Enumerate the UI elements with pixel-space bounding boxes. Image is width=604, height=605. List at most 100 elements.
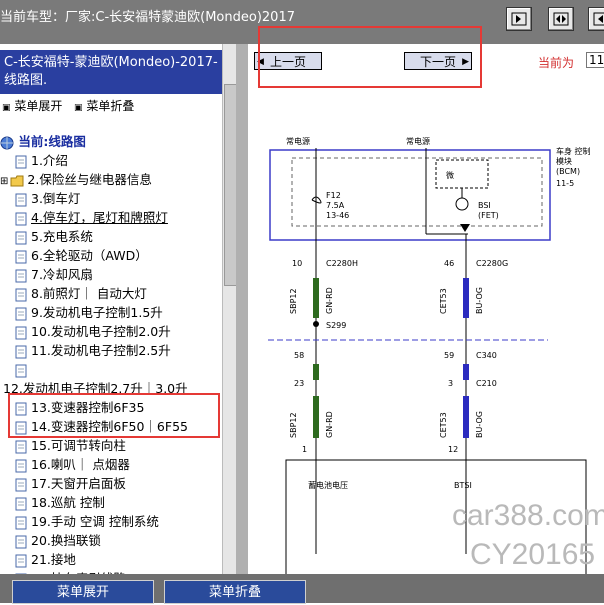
fit-right-button[interactable] (506, 7, 532, 31)
tree-item[interactable]: 3.倒车灯 (14, 189, 80, 208)
tree-item-label: 2.保险丝与继电器信息 (27, 172, 152, 187)
tree-item[interactable]: 10.发动机电子控制2.0升 (14, 322, 171, 341)
tree-view: 当前:线路图 1.介绍 ⊞ 2.保险丝与继电器信息 3.倒车灯 4.停车灯，尾灯和牌照灯… (0, 132, 222, 574)
collapse-menu-label: 菜单折叠 (86, 99, 135, 113)
tree-item-label: 3.倒车灯 (31, 191, 81, 206)
wire-color-gnrd-lower: GN-RD (325, 411, 334, 438)
tree-item-label: 18.巡航 控制 (31, 495, 105, 510)
green-wire-segment-1 (313, 278, 319, 318)
document-icon (15, 516, 27, 529)
blue-wire-segment-1 (463, 278, 469, 318)
tree-item[interactable]: 6.全轮驱动（AWD） (14, 246, 148, 265)
document-icon (15, 440, 27, 453)
tree-item[interactable]: 9.发动机电子控制1.5升 (14, 303, 163, 322)
list-icon: ▣ (74, 103, 83, 113)
wire-sbp12: SBP12 (289, 288, 298, 314)
list-icon: ▣ (2, 103, 11, 113)
tree-root[interactable]: 当前:线路图 (0, 132, 86, 151)
document-icon (15, 250, 27, 263)
bottom-expand-button[interactable]: 菜单展开 (12, 580, 154, 604)
tree-item[interactable]: 11.发动机电子控制2.5升 (14, 341, 171, 360)
tree-item[interactable]: 19.手动 空调 控制系统 (14, 512, 159, 531)
tree-item[interactable]: 15.可调节转向柱 (14, 436, 126, 455)
document-icon (15, 269, 27, 282)
globe-icon (0, 136, 14, 149)
document-icon (15, 212, 27, 225)
document-icon (15, 535, 27, 548)
connector-c2280h: C2280H (326, 259, 358, 268)
tree-item-label: 11.发动机电子控制2.5升 (31, 343, 171, 358)
document-icon (15, 307, 27, 320)
page-input[interactable] (586, 52, 604, 68)
tree-item-label: 19.手动 空调 控制系统 (31, 514, 159, 529)
sidebar-scrollbar[interactable] (222, 44, 237, 574)
bottom-collapse-button[interactable]: 菜单折叠 (164, 580, 306, 604)
pin-46: 46 (444, 259, 454, 268)
wire-color-buog: BU-OG (475, 287, 484, 314)
fit-width-button[interactable] (548, 7, 574, 31)
document-icon (15, 345, 27, 358)
splice-dot (313, 321, 319, 327)
tree-item[interactable]: 16.喇叭｜ 点烟器 (14, 455, 130, 474)
fit-left-icon (593, 12, 604, 26)
bcm-label-4: 11-5 (556, 179, 574, 188)
tree-item[interactable]: 4.停车灯，尾灯和牌照灯 (14, 208, 168, 227)
micro-box (435, 159, 489, 189)
tree-item[interactable]: 8.前照灯｜ 自动大灯 (14, 284, 147, 303)
document-icon (15, 155, 27, 168)
tree-item[interactable]: 20.换挡联锁 (14, 531, 101, 550)
bottom-bar: 菜单展开 菜单折叠 (0, 574, 604, 604)
connector-c340: C340 (476, 351, 497, 360)
tree-item-label: 21.接地 (31, 552, 76, 567)
document-icon (15, 193, 27, 206)
blue-wire-segment-2 (463, 364, 469, 380)
tree-item[interactable]: 5.充电系统 (14, 227, 93, 246)
tree-item[interactable]: ⊞ 2.保险丝与继电器信息 (0, 170, 152, 189)
wire-cet53: CET53 (439, 288, 448, 314)
document-icon (15, 497, 27, 510)
connector-c210: C210 (476, 379, 497, 388)
diagram-viewer: ◀ 上一页 下一页 ▶ 当前为 常电源 常电源 车身 控制 模块 (BCM) 1… (248, 44, 604, 574)
constant-power-1-label: 常电源 (286, 136, 310, 146)
pin-1: 1 (302, 445, 307, 454)
document-icon (15, 554, 27, 567)
expand-menu-link[interactable]: ▣ 菜单展开 (2, 97, 62, 114)
bcm-label-3: (BCM) (556, 167, 580, 176)
wire-color-gnrd: GN-RD (325, 287, 334, 314)
bcm-label-1: 车身 控制 (556, 146, 591, 156)
wire-sbp12-lower: SBP12 (289, 412, 298, 438)
document-icon (15, 459, 27, 472)
folder-icon (10, 175, 24, 186)
tree-item[interactable]: 1.介绍 (14, 151, 68, 170)
battery-voltage-label: 蓄电池电压 (308, 480, 348, 490)
tree-item-label: 7.冷却风扇 (31, 267, 93, 282)
connector-c2280g: C2280G (476, 259, 508, 268)
tree-item[interactable]: 7.冷却风扇 (14, 265, 93, 284)
tree-highlight-box (8, 393, 220, 438)
micro-label: 微 (446, 170, 454, 180)
pin-59: 59 (444, 351, 454, 360)
tree-item[interactable]: 18.巡航 控制 (14, 493, 105, 512)
pin-12: 12 (448, 445, 458, 454)
fit-right-icon (511, 12, 527, 26)
tree-item-label: 17.天窗开启面板 (31, 476, 126, 491)
collapse-menu-link[interactable]: ▣ 菜单折叠 (74, 97, 134, 114)
nav-highlight-box (258, 26, 482, 88)
expand-toggle-icon[interactable]: ⊞ (0, 176, 8, 187)
tree-item[interactable]: 21.接地 (14, 550, 76, 569)
btsi-label: BTSI (454, 481, 472, 490)
pin-10: 10 (292, 259, 302, 268)
bcm-label-2: 模块 (556, 156, 572, 166)
green-wire-segment-2 (313, 364, 319, 380)
bsi-fet-label: (FET) (478, 211, 499, 220)
tree-item[interactable]: 17.天窗开启面板 (14, 474, 126, 493)
document-icon (15, 364, 27, 377)
sidebar: C-长安福特-蒙迪欧(Mondeo)-2017-线路图. ▣ 菜单展开 ▣ 菜单… (0, 44, 236, 574)
tree-root-label: 当前:线路图 (18, 134, 86, 149)
tree-item-label: 20.换挡联锁 (31, 533, 101, 548)
tree-item-label: 16.喇叭｜ 点烟器 (31, 457, 130, 472)
tree-item[interactable] (14, 360, 31, 379)
fit-left-button[interactable] (588, 7, 604, 31)
panel-splitter[interactable] (236, 44, 248, 574)
document-icon (15, 326, 27, 339)
